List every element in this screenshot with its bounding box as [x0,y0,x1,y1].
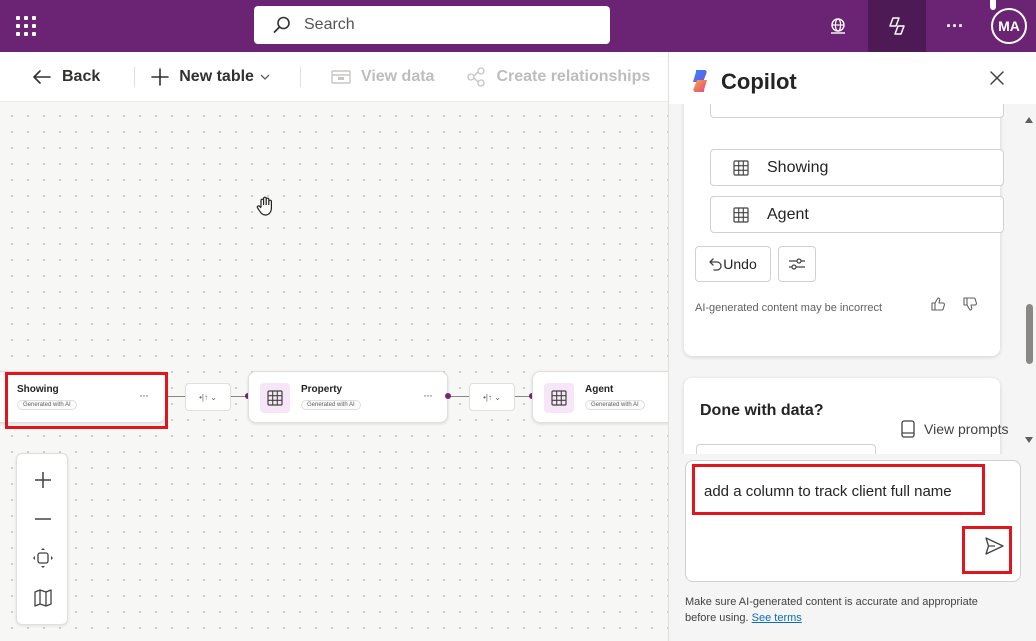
view-data-button[interactable]: View data [331,52,435,102]
ai-generated-note: AI-generated content may be incorrect [695,302,883,314]
chat-history[interactable]: Showing Agent Undo AI-generated content … [669,104,1021,454]
connector-line [166,396,186,397]
plus-icon [35,472,51,488]
ai-badge: Generated with AI [301,400,361,410]
copilot-toggle-icon[interactable] [868,0,926,52]
command-bar: Back New table View data Create relation… [0,52,668,102]
highlight-box [962,526,1012,574]
fit-view-icon [33,548,53,568]
table-icon [544,383,574,413]
notification-indicator [990,0,996,10]
more-options-button[interactable]: ··· [926,0,984,52]
table-node-property[interactable]: Property Generated with AI ··· [248,371,448,423]
relationships-icon [467,66,486,87]
table-icon [733,206,749,223]
table-chip-showing[interactable]: Showing [710,149,1004,186]
prompt-book-icon [901,420,915,438]
create-relationships-button[interactable]: Create relationships [466,52,650,102]
highlight-box [5,372,168,429]
map-icon [34,589,52,607]
search-box[interactable]: Search [254,6,610,44]
create-relationships-label: Create relationships [496,67,651,85]
copilot-header: Copilot [669,52,1036,104]
fit-view-button[interactable] [17,540,69,576]
new-table-label: New table [179,67,254,85]
done-with-data-card: Done with data? [684,378,1000,454]
avatar[interactable]: MA [991,8,1027,44]
scroll-up-icon[interactable] [1025,117,1033,123]
app-launcher-icon[interactable] [14,14,38,38]
done-action-button[interactable] [696,444,876,454]
sliders-icon [789,258,805,270]
new-table-button[interactable]: New table [151,52,270,102]
connector-line [448,396,470,397]
table-view-icon [331,69,351,84]
minimap-button[interactable] [17,580,69,616]
disclaimer-text: Make sure AI-generated content is accura… [685,596,978,624]
table-icon [260,383,290,413]
connector-dot [445,393,451,399]
see-terms-link[interactable]: See terms [752,612,802,624]
disclaimer: Make sure AI-generated content is accura… [685,594,1005,626]
previous-table-item[interactable] [710,104,1004,118]
response-card: Showing Agent Undo AI-generated content … [684,104,1004,356]
scroll-down-icon[interactable] [1025,437,1033,443]
view-prompts-label: View prompts [924,421,1009,437]
table-icon [733,159,749,176]
back-button[interactable]: Back [32,52,100,102]
plus-icon [151,67,170,86]
environment-globe-icon[interactable] [809,0,867,52]
undo-label: Undo [723,256,757,272]
table-chip-label: Agent [767,205,809,223]
thumbs-up-icon[interactable] [930,296,946,312]
thumbs-down-icon[interactable] [962,296,978,312]
chevron-down-icon [260,74,270,80]
node-more-button[interactable]: ··· [423,388,433,402]
relationship-button[interactable]: •|↑ ⌄ [469,383,515,411]
back-arrow-icon [33,69,51,84]
copilot-title: Copilot [721,69,797,94]
hand-cursor-icon [256,196,272,216]
zoom-out-button[interactable] [17,501,69,537]
divider [134,66,136,87]
adjust-settings-button[interactable] [778,246,816,282]
close-icon[interactable] [989,70,1005,86]
zoom-in-button[interactable] [17,462,69,498]
chat-scrollbar[interactable] [1021,104,1036,454]
search-icon [273,16,290,33]
divider [299,66,301,87]
node-title: Agent [585,384,614,395]
table-chip-label: Showing [767,158,829,176]
ai-badge: Generated with AI [585,400,645,410]
table-chip-agent[interactable]: Agent [710,196,1004,233]
view-prompts-button[interactable]: View prompts [901,420,1009,438]
back-label: Back [62,67,101,85]
minus-icon [35,518,51,520]
done-title: Done with data? [700,402,824,419]
copilot-logo-icon [693,70,707,92]
scrollbar-thumb[interactable] [1026,304,1033,364]
search-placeholder: Search [304,16,355,33]
highlight-box [692,464,985,515]
undo-icon [709,258,722,271]
node-title: Property [301,384,343,395]
undo-button[interactable]: Undo [695,246,771,282]
relationship-button[interactable]: •|↑ ⌄ [185,383,231,411]
top-bar: Search ··· MA [0,0,1036,52]
view-data-label: View data [360,67,435,85]
zoom-controls [16,453,68,625]
